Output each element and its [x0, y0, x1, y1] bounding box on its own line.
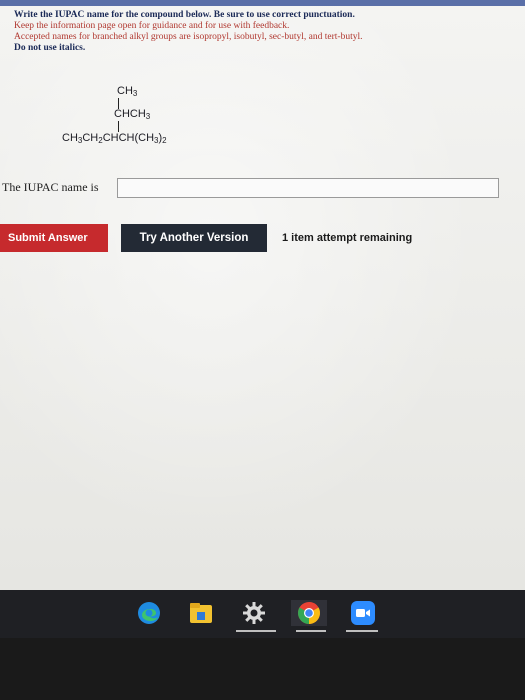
- zoom-icon[interactable]: [350, 600, 376, 626]
- chrome-icon[interactable]: [291, 600, 327, 626]
- file-explorer-icon[interactable]: [188, 600, 214, 626]
- bond-bottom: [118, 121, 119, 132]
- instruction-line-3: Accepted names for branched alkyl groups…: [14, 32, 363, 42]
- structure-main-chain: CH3CH2CHCH(CH3)2: [62, 132, 167, 145]
- answer-prompt: The IUPAC name is: [2, 180, 99, 194]
- attempts-remaining: 1 item attempt remaining: [282, 232, 413, 244]
- page-top-bar: [0, 0, 525, 6]
- zoom-active-indicator: [346, 630, 378, 632]
- instruction-line-1: Write the IUPAC name for the compound be…: [14, 10, 355, 20]
- iupac-name-input[interactable]: [117, 178, 499, 198]
- taskbar: [0, 590, 525, 638]
- try-another-version-button[interactable]: Try Another Version: [121, 224, 267, 252]
- edge-icon[interactable]: [136, 600, 162, 626]
- instructions: Write the IUPAC name for the compound be…: [14, 10, 494, 54]
- instruction-line-4: Do not use italics.: [14, 43, 86, 53]
- structure-middle-group: CHCH3: [114, 108, 151, 121]
- submit-answer-button[interactable]: Submit Answer: [0, 224, 108, 252]
- instruction-line-2: Keep the information page open for guida…: [14, 21, 290, 31]
- settings-active-indicator: [236, 630, 276, 632]
- structure-top-group: CH3: [117, 85, 138, 98]
- settings-icon[interactable]: [241, 600, 267, 626]
- chrome-active-indicator: [296, 630, 326, 632]
- browser-page: Write the IUPAC name for the compound be…: [0, 0, 525, 590]
